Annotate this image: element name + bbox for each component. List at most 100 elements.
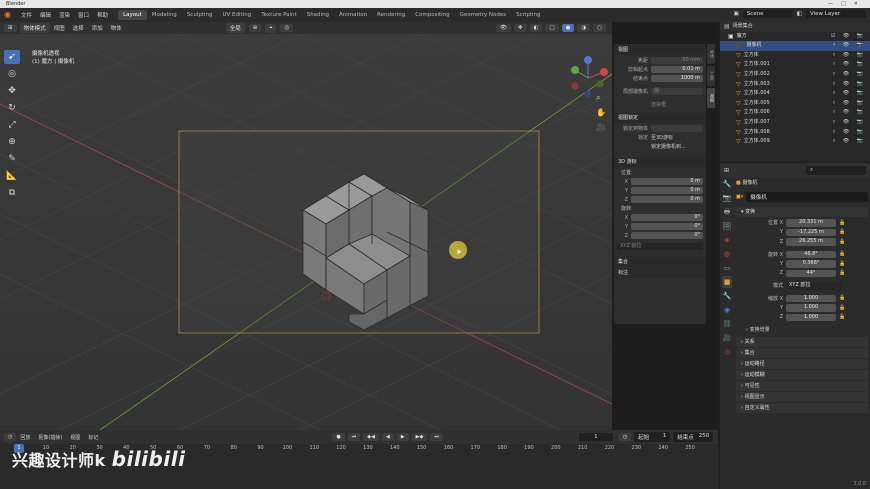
menu-select[interactable]: 选择: [69, 24, 88, 32]
tab-sculpting[interactable]: Sculpting: [182, 10, 218, 20]
scene-selector[interactable]: Scene: [742, 10, 793, 18]
camera-view-icon[interactable]: 🎥: [596, 122, 606, 132]
outliner-row[interactable]: ▽ 立方体.008 ▿ 👁 📷: [720, 128, 870, 138]
location-z-field[interactable]: 26.255 m: [786, 238, 836, 246]
tab-uv-editing[interactable]: UV Editing: [218, 10, 257, 20]
tab-animation[interactable]: Animation: [334, 10, 372, 20]
visibility-toggle-icons[interactable]: ▿ 👁 📷: [833, 99, 866, 109]
visibility-toggle-icons[interactable]: ▿ 👁 📷: [833, 70, 866, 80]
menu-playback[interactable]: 回放: [16, 434, 34, 441]
proportional-edit-icon[interactable]: ◎: [280, 24, 294, 32]
visibility-toggle-icons[interactable]: ▿ 👁 📷: [833, 89, 866, 99]
scale-tool-icon[interactable]: ⤢: [4, 118, 20, 132]
pivot-icon[interactable]: ⊕: [248, 24, 262, 32]
rotation-z-field[interactable]: 44°: [786, 269, 836, 277]
clip-end-field[interactable]: 1000 m: [651, 75, 703, 82]
tab-modeling[interactable]: Modeling: [147, 10, 182, 20]
property-section[interactable]: › 集合: [736, 348, 868, 358]
next-keyframe-icon[interactable]: ▶◆: [411, 433, 428, 441]
render-tab-icon[interactable]: 📷: [722, 192, 732, 204]
collection-header[interactable]: 集合: [614, 257, 706, 267]
lock-to-object-field[interactable]: [651, 125, 703, 132]
blender-logo-icon[interactable]: ◉: [4, 10, 14, 20]
scale-y-field[interactable]: 1.000: [786, 304, 836, 312]
local-camera-field[interactable]: 摄: [651, 88, 703, 95]
lock-icon[interactable]: 🔓: [839, 314, 845, 320]
orientation-selector[interactable]: 全局: [225, 23, 245, 33]
xray-icon[interactable]: ▢: [545, 24, 559, 32]
modifier-tab-icon[interactable]: 🔧: [722, 290, 732, 302]
lock-icon[interactable]: 🔓: [839, 261, 845, 267]
visibility-toggle-icons[interactable]: ▿ 👁 📷: [833, 80, 866, 90]
world-tab-icon[interactable]: ◍: [722, 248, 732, 260]
annotate-tool-icon[interactable]: ✎: [4, 152, 20, 166]
play-icon[interactable]: ▶: [396, 433, 409, 441]
view-layer-selector[interactable]: View Layer: [806, 10, 866, 18]
menu-view[interactable]: 视图: [50, 24, 69, 32]
scale-x-field[interactable]: 1.000: [786, 294, 836, 302]
visibility-toggle-icons[interactable]: ▿ 👁 📷: [833, 41, 866, 51]
collection-tab-icon[interactable]: ▭: [722, 262, 732, 274]
physics-tab-icon[interactable]: ◉: [722, 304, 732, 316]
record-icon[interactable]: ●: [332, 433, 345, 441]
tab-layout[interactable]: Layout: [118, 10, 147, 20]
zoom-icon[interactable]: ⌕: [596, 93, 600, 102]
measure-tool-icon[interactable]: 📐: [4, 169, 20, 183]
constraint-tab-icon[interactable]: ⛓: [722, 318, 732, 330]
rotation-x-field[interactable]: 46.8°: [786, 250, 836, 258]
object-tab-icon[interactable]: ■: [722, 276, 732, 288]
outliner-row[interactable]: ▽ 立方体.005 ▿ 👁 📷: [720, 99, 870, 109]
visibility-toggle-icons[interactable]: ▿ 👁 📷: [833, 108, 866, 118]
transform-tool-icon[interactable]: ⊕: [4, 135, 20, 149]
cursor-y-field[interactable]: 0 m: [631, 187, 703, 194]
jump-start-icon[interactable]: ⏮: [347, 433, 361, 441]
visibility-toggle-icons[interactable]: ▿ 👁 📷: [833, 118, 866, 128]
pan-hand-icon[interactable]: ✋: [596, 107, 606, 117]
location-y-field[interactable]: -17.225 m: [786, 228, 836, 236]
tab-tool[interactable]: 工具: [707, 66, 715, 86]
shading-solid-icon[interactable]: ●: [561, 24, 575, 32]
render-region-checkbox[interactable]: 渲染框: [651, 101, 666, 108]
tab-scripting[interactable]: Scripting: [511, 10, 545, 20]
menu-object[interactable]: 物体: [107, 24, 126, 32]
gizmo-icon[interactable]: ✥: [513, 24, 527, 32]
properties-editor-icon[interactable]: ⊞: [724, 167, 729, 174]
tab-shading[interactable]: Shading: [302, 10, 334, 20]
tab-view[interactable]: 视图: [707, 88, 715, 108]
cursor-z-field[interactable]: 0 m: [631, 196, 703, 203]
scene-tab-icon[interactable]: ◈: [722, 234, 732, 246]
preview-range-icon[interactable]: ◷: [618, 433, 632, 441]
outliner-row[interactable]: ▽ 立方体.001 ▿ 👁 📷: [720, 60, 870, 70]
outliner-row[interactable]: ▽ 立方体.002 ▿ 👁 📷: [720, 70, 870, 80]
outliner-row[interactable]: ▽ 立方体.004 ▿ 👁 📷: [720, 89, 870, 99]
editor-type-icon[interactable]: ⊞: [4, 24, 17, 32]
outliner-row[interactable]: 🎥 摄像机 ▿ 👁 📷: [720, 41, 870, 51]
visibility-toggle-icons[interactable]: ▿ 👁 📷: [833, 137, 866, 147]
tab-rendering[interactable]: Rendering: [372, 10, 410, 20]
shading-material-icon[interactable]: ◑: [577, 24, 591, 32]
3d-cursor-header[interactable]: 3D 游标: [614, 157, 706, 167]
rotation-y-field[interactable]: 0.368°: [786, 260, 836, 268]
property-section[interactable]: › 运动路径: [736, 359, 868, 369]
menu-help[interactable]: 帮助: [93, 11, 112, 19]
add-cube-tool-icon[interactable]: ⧉: [4, 186, 20, 200]
focal-length-field[interactable]: 50 mm: [651, 57, 703, 64]
tab-item[interactable]: 物体: [707, 44, 715, 64]
play-reverse-icon[interactable]: ◀: [381, 433, 394, 441]
start-frame-field[interactable]: 起始 1: [634, 432, 671, 442]
property-section[interactable]: › 可见性: [736, 381, 868, 391]
menu-window[interactable]: 窗口: [74, 11, 93, 19]
view-layer-tab-icon[interactable]: 🖼: [722, 220, 732, 232]
menu-timeline-view[interactable]: 视图: [66, 434, 84, 441]
location-x-field[interactable]: 20.331 m: [786, 219, 836, 227]
lock-camera-checkbox[interactable]: 锁定摄像机到...: [651, 143, 686, 150]
view-section-header[interactable]: 视图: [614, 45, 706, 55]
3d-viewport[interactable]: ➤ ⌕ ✋ 🎥: [0, 34, 612, 430]
scale-z-field[interactable]: 1.000: [786, 313, 836, 321]
lock-icon[interactable]: 🔓: [839, 220, 845, 226]
cursor-rot-y-field[interactable]: 0°: [631, 223, 703, 230]
menu-keying[interactable]: 抠像(插帧): [34, 434, 66, 441]
select-tool-icon[interactable]: ➹: [4, 50, 20, 64]
cursor-rot-z-field[interactable]: 0°: [631, 232, 703, 239]
mode-selector[interactable]: 物体模式: [19, 23, 50, 33]
